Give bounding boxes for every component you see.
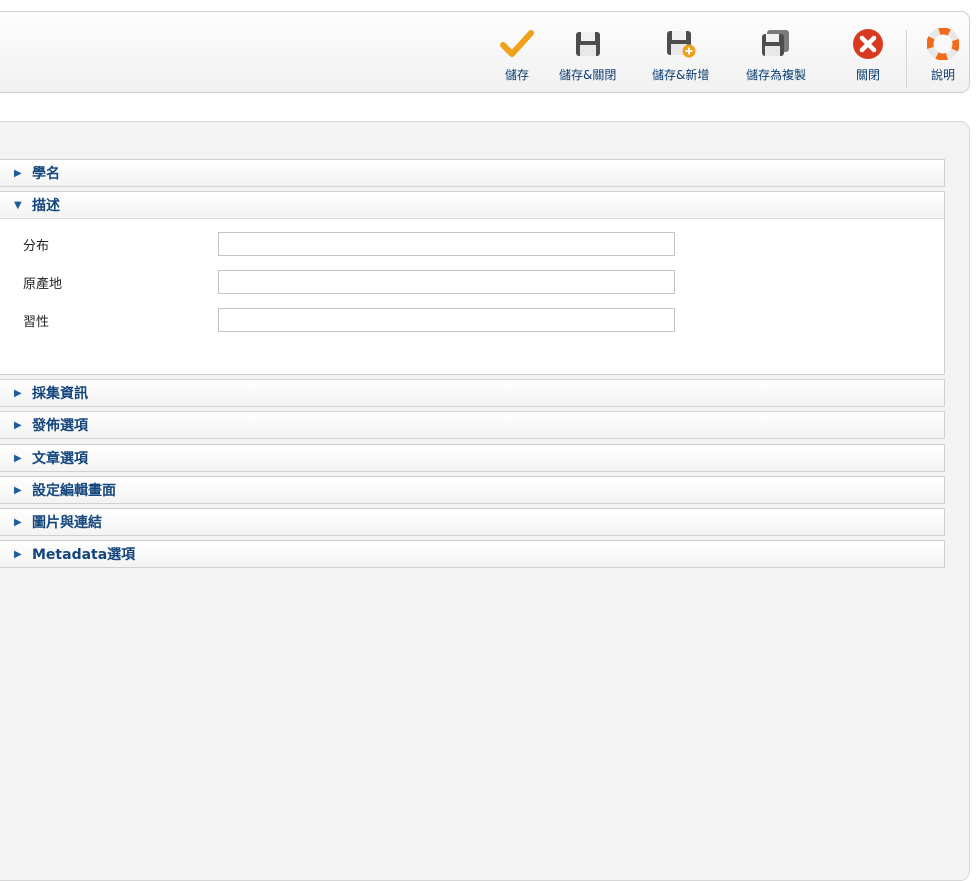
accordion-header-scientific-name[interactable]: ▶ 學名	[0, 160, 944, 186]
accordion-header-images-links[interactable]: ▶ 圖片與連結	[0, 509, 944, 535]
help-button[interactable]: 說明	[925, 26, 961, 90]
accordion-title: 採集資訊	[32, 386, 88, 402]
origin-input[interactable]	[218, 270, 675, 294]
accordion-section-description: ▼ 描述 分布 原產地 習性	[0, 191, 945, 375]
save-button[interactable]: 儲存	[499, 26, 535, 90]
collapsed-arrow-icon: ▶	[14, 516, 22, 528]
accordion-header-article-options[interactable]: ▶ 文章選項	[0, 445, 944, 471]
accordion-title: 發佈選項	[32, 418, 88, 434]
save-new-button[interactable]: 儲存&新增	[652, 26, 709, 90]
accordion-header-description[interactable]: ▼ 描述	[0, 192, 944, 218]
close-circle-icon	[850, 26, 886, 62]
field-row-distribution: 分布	[23, 232, 675, 256]
field-row-origin: 原產地	[23, 270, 675, 294]
accordion-title: 文章選項	[32, 451, 88, 467]
save-copy-label: 儲存為複製	[746, 68, 807, 82]
accordion-header-editor-config[interactable]: ▶ 設定編輯畫面	[0, 477, 944, 503]
collapsed-arrow-icon: ▶	[14, 419, 22, 431]
accordion-section-collection-info: ▶ 採集資訊	[0, 379, 945, 407]
save-copy-button[interactable]: 儲存為複製	[746, 26, 806, 90]
collapsed-arrow-icon: ▶	[14, 548, 22, 560]
collapsed-arrow-icon: ▶	[14, 452, 22, 464]
accordion-title: 描述	[32, 198, 60, 214]
accordion-title: 學名	[32, 166, 60, 182]
floppy-disk-icon	[570, 26, 606, 62]
field-row-habit: 習性	[23, 308, 675, 332]
save-label: 儲存	[504, 68, 529, 82]
collapsed-arrow-icon: ▶	[14, 484, 22, 496]
accordion-section-scientific-name: ▶ 學名	[0, 159, 945, 187]
checkmark-icon	[499, 26, 535, 62]
accordion-title: Metadata選項	[32, 547, 136, 563]
collapsed-arrow-icon: ▶	[14, 387, 22, 399]
floppy-disk-copy-icon	[758, 26, 794, 62]
close-button[interactable]: 關閉	[850, 26, 886, 90]
help-label: 說明	[930, 68, 955, 82]
accordion-section-editor-config: ▶ 設定編輯畫面	[0, 476, 945, 504]
main-panel: ▶ 學名 ▼ 描述 分布 原產地 習性 ▶ 採集資訊 ▶ 發佈選項 ▶ 文章選項…	[0, 121, 970, 881]
accordion-body-description: 分布 原產地 習性	[0, 218, 944, 374]
accordion-section-images-links: ▶ 圖片與連結	[0, 508, 945, 536]
floppy-disk-plus-icon	[663, 26, 699, 62]
accordion-header-metadata-options[interactable]: ▶ Metadata選項	[0, 541, 944, 567]
save-close-button[interactable]: 儲存&關閉	[559, 26, 616, 90]
collapsed-arrow-icon: ▶	[14, 167, 22, 179]
save-close-label: 儲存&關閉	[559, 68, 617, 82]
accordion-header-collection-info[interactable]: ▶ 採集資訊	[0, 380, 944, 406]
toolbar: 儲存 儲存&關閉 儲存&新增 儲存為複製 關閉 說明	[0, 11, 970, 93]
save-new-label: 儲存&新增	[652, 68, 710, 82]
accordion-section-metadata-options: ▶ Metadata選項	[0, 540, 945, 568]
habit-input[interactable]	[218, 308, 675, 332]
habit-label: 習性	[23, 314, 50, 330]
accordion-title: 圖片與連結	[32, 515, 102, 531]
distribution-input[interactable]	[218, 232, 675, 256]
close-label: 關閉	[855, 68, 880, 82]
accordion-section-publishing-options: ▶ 發佈選項	[0, 411, 945, 439]
accordion-header-publishing-options[interactable]: ▶ 發佈選項	[0, 412, 944, 438]
origin-label: 原產地	[23, 276, 63, 292]
lifebuoy-icon	[925, 26, 961, 62]
distribution-label: 分布	[23, 238, 50, 254]
accordion-title: 設定編輯畫面	[32, 483, 116, 499]
toolbar-divider	[906, 30, 907, 88]
accordion-section-article-options: ▶ 文章選項	[0, 444, 945, 472]
expanded-arrow-icon: ▼	[14, 199, 22, 211]
